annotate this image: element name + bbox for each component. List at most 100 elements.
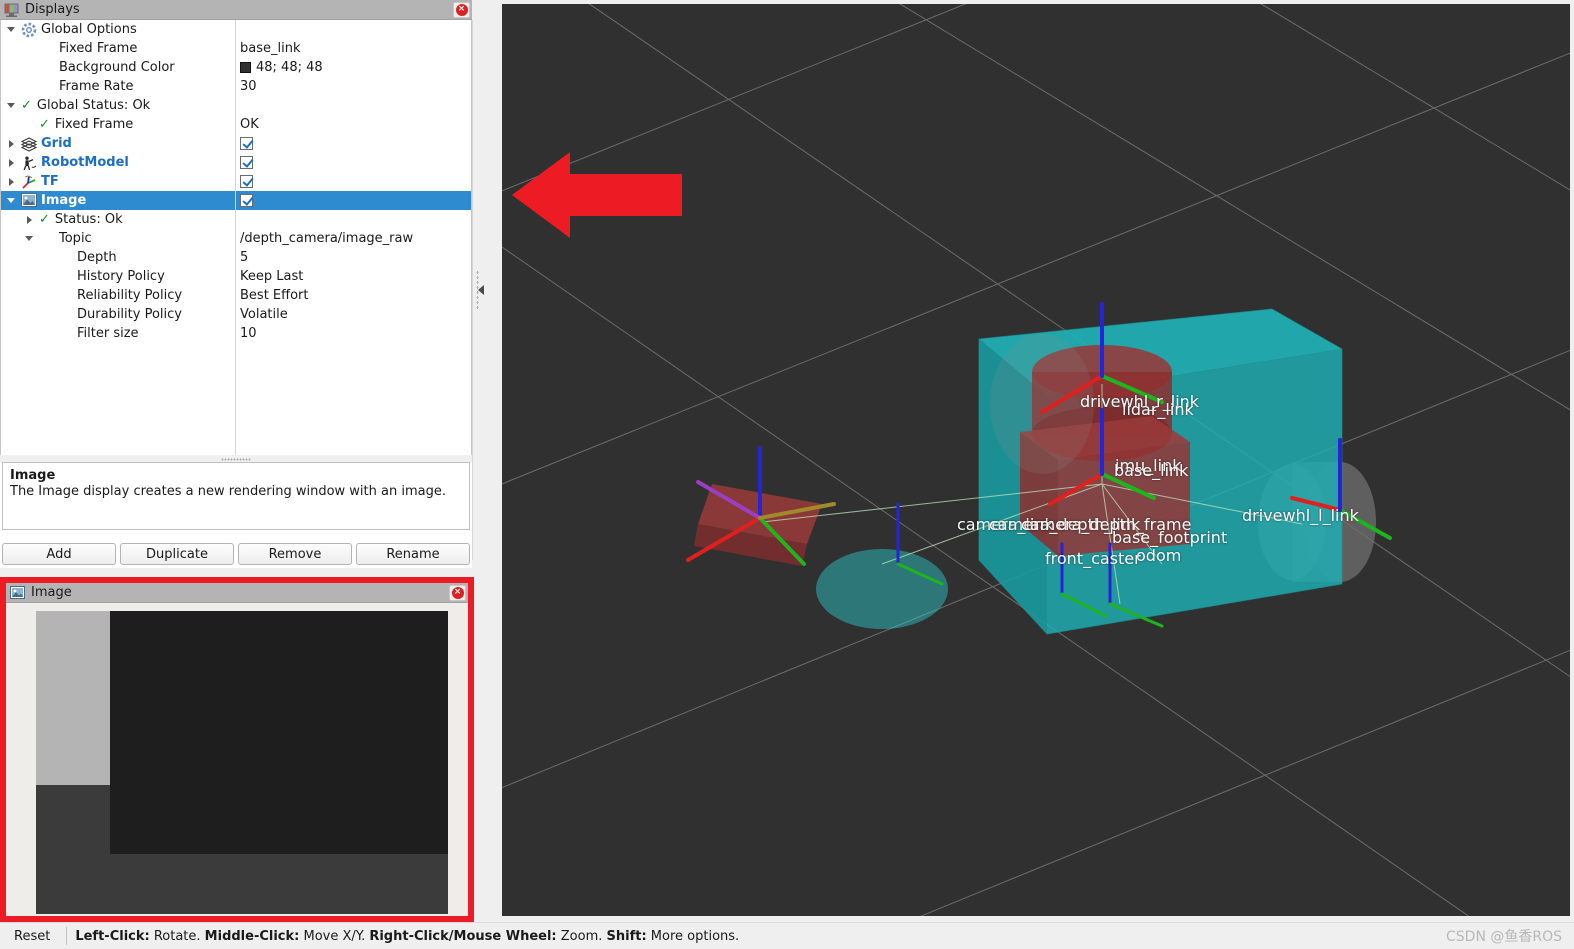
tree-row-global-status-ok[interactable]: ✓ Global Status: Ok (1, 96, 471, 115)
tree-row-global-options[interactable]: Global Options (1, 20, 471, 39)
display-action-buttons: Add Duplicate Remove Rename (2, 543, 470, 565)
enable-checkbox[interactable] (240, 156, 253, 169)
status-ok-icon: ✓ (21, 98, 32, 113)
tree-row-value[interactable]: base_link (240, 39, 300, 58)
tree-row-label: Frame Rate (59, 79, 134, 94)
tree-row-value[interactable]: 5 (240, 248, 248, 267)
watermark-text: CSDN @鱼香ROS (1446, 929, 1562, 945)
chevron-down-icon[interactable] (7, 25, 16, 34)
tree-row-value[interactable]: Keep Last (240, 267, 303, 286)
displays-tree[interactable]: Global Options Fixed Frame base_link Backgr… (0, 20, 472, 455)
tree-row-fixed-frame[interactable]: Fixed Frame base_link (1, 39, 471, 58)
grid-icon (20, 136, 38, 152)
chevron-down-icon[interactable] (25, 234, 34, 243)
tree-row-tf[interactable]: TF (1, 172, 471, 191)
tree-row-value[interactable]: OK (240, 115, 259, 134)
tree-row-value[interactable] (240, 191, 253, 210)
tree-row-robotmodel[interactable]: RobotModel (1, 153, 471, 172)
tree-row-history-policy[interactable]: History Policy Keep Last (1, 267, 471, 286)
image-region-dark (110, 611, 448, 854)
tree-row-filter-size[interactable]: Filter size 10 (1, 324, 471, 343)
image-region-light (36, 611, 110, 785)
remove-button[interactable]: Remove (238, 543, 352, 565)
tree-row-background-color[interactable]: Background Color 48; 48; 48 (1, 58, 471, 77)
tree-row-label: Background Color (59, 60, 175, 75)
close-icon: × (451, 586, 464, 599)
render-viewport-3d[interactable]: drivewhl_r_link lidar_link imu_link base_li… (502, 4, 1570, 916)
tree-row-value[interactable]: 30 (240, 77, 257, 96)
tree-row-status-ok[interactable]: ✓ Status: Ok (1, 210, 471, 229)
tree-row-label: Filter size (77, 326, 139, 341)
display-monitor-icon (4, 3, 19, 17)
tree-row-label: Fixed Frame (59, 41, 138, 56)
close-icon: × (455, 3, 468, 16)
tree-row-label: RobotModel (41, 155, 129, 170)
tree-arrow-placeholder (25, 120, 34, 129)
scene-svg (502, 4, 1570, 916)
tree-row-value[interactable]: /depth_camera/image_raw (240, 229, 413, 248)
hint-key: Left-Click: (75, 928, 150, 944)
hint-value: Move X/Y. (299, 928, 370, 944)
chevron-right-icon[interactable] (7, 139, 16, 148)
tree-row-value[interactable] (240, 134, 253, 153)
color-value-text: 48; 48; 48 (256, 60, 323, 75)
enable-checkbox[interactable] (240, 194, 253, 207)
chevron-down-icon[interactable] (7, 196, 16, 205)
chevron-right-icon[interactable] (25, 215, 34, 224)
status-ok-icon: ✓ (39, 212, 50, 227)
reset-button[interactable]: Reset (6, 928, 58, 945)
duplicate-button[interactable]: Duplicate (120, 543, 234, 565)
chevron-right-icon[interactable] (7, 177, 16, 186)
tree-row-label: Global Status: Ok (36, 98, 151, 113)
tree-row-value[interactable] (240, 153, 253, 172)
tf-axes-icon (21, 174, 37, 190)
hint-key: Middle-Click: (204, 928, 300, 944)
description-title: Image (10, 468, 56, 483)
chevron-down-icon[interactable] (7, 101, 16, 110)
chevron-right-icon[interactable] (7, 158, 16, 167)
tree-row-reliability-policy[interactable]: Reliability Policy Best Effort (1, 286, 471, 305)
tree-arrow-placeholder (25, 44, 34, 53)
image-icon (10, 585, 25, 600)
tree-arrow-placeholder (43, 329, 52, 338)
add-button[interactable]: Add (2, 543, 116, 565)
tree-row-label: Topic (59, 231, 92, 246)
color-swatch[interactable] (240, 62, 251, 73)
tree-row-durability-policy[interactable]: Durability Policy Volatile (1, 305, 471, 324)
tree-row-label: Status: Ok (54, 212, 123, 227)
tree-row-topic[interactable]: Topic/depth_camera/image_raw (1, 229, 471, 248)
tree-row-grid[interactable]: Grid (1, 134, 471, 153)
dock-collapse-handle[interactable] (472, 20, 488, 560)
splitter-grip-icon (221, 457, 251, 461)
tree-row-image[interactable]: Image (1, 191, 471, 210)
hint-key: Right-Click/Mouse Wheel: (369, 928, 557, 944)
robot-icon (21, 155, 37, 171)
rename-button[interactable]: Rename (356, 543, 470, 565)
displays-close-button[interactable]: × (453, 1, 470, 18)
enable-checkbox[interactable] (240, 137, 253, 150)
tree-arrow-placeholder (43, 291, 52, 300)
image-panel-close-button[interactable]: × (449, 584, 466, 601)
tree-row-frame-rate[interactable]: Frame Rate 30 (1, 77, 471, 96)
arrow-shape (512, 152, 682, 238)
tree-row-value[interactable]: Best Effort (240, 286, 309, 305)
tree-row-value[interactable] (240, 172, 253, 191)
image-panel-titlebar: Image × (6, 583, 468, 603)
hint-key: Shift: (606, 928, 647, 944)
tree-row-value[interactable]: 48; 48; 48 (240, 58, 323, 77)
handle-dots-icon (476, 270, 479, 310)
tree-row-value[interactable]: Volatile (240, 305, 288, 324)
tree-arrow-placeholder (25, 63, 34, 72)
left-dock: Displays × Global Options Fixed Frame base… (0, 0, 500, 922)
tree-row-depth[interactable]: Depth 5 (1, 248, 471, 267)
tree-row-value[interactable]: 10 (240, 324, 257, 343)
tree-row-label: Fixed Frame (54, 117, 134, 132)
tree-row-label: Image (41, 193, 87, 208)
enable-checkbox[interactable] (240, 175, 253, 188)
image-canvas (36, 611, 448, 914)
tree-row-fixed-frame[interactable]: ✓ Fixed Frame OK (1, 115, 471, 134)
tree-column-separator[interactable] (235, 20, 236, 455)
image-render-area[interactable] (6, 603, 468, 916)
displays-panel: Displays × Global Options Fixed Frame base… (0, 0, 472, 568)
display-description-box: Image The Image display creates a new re… (2, 462, 470, 530)
